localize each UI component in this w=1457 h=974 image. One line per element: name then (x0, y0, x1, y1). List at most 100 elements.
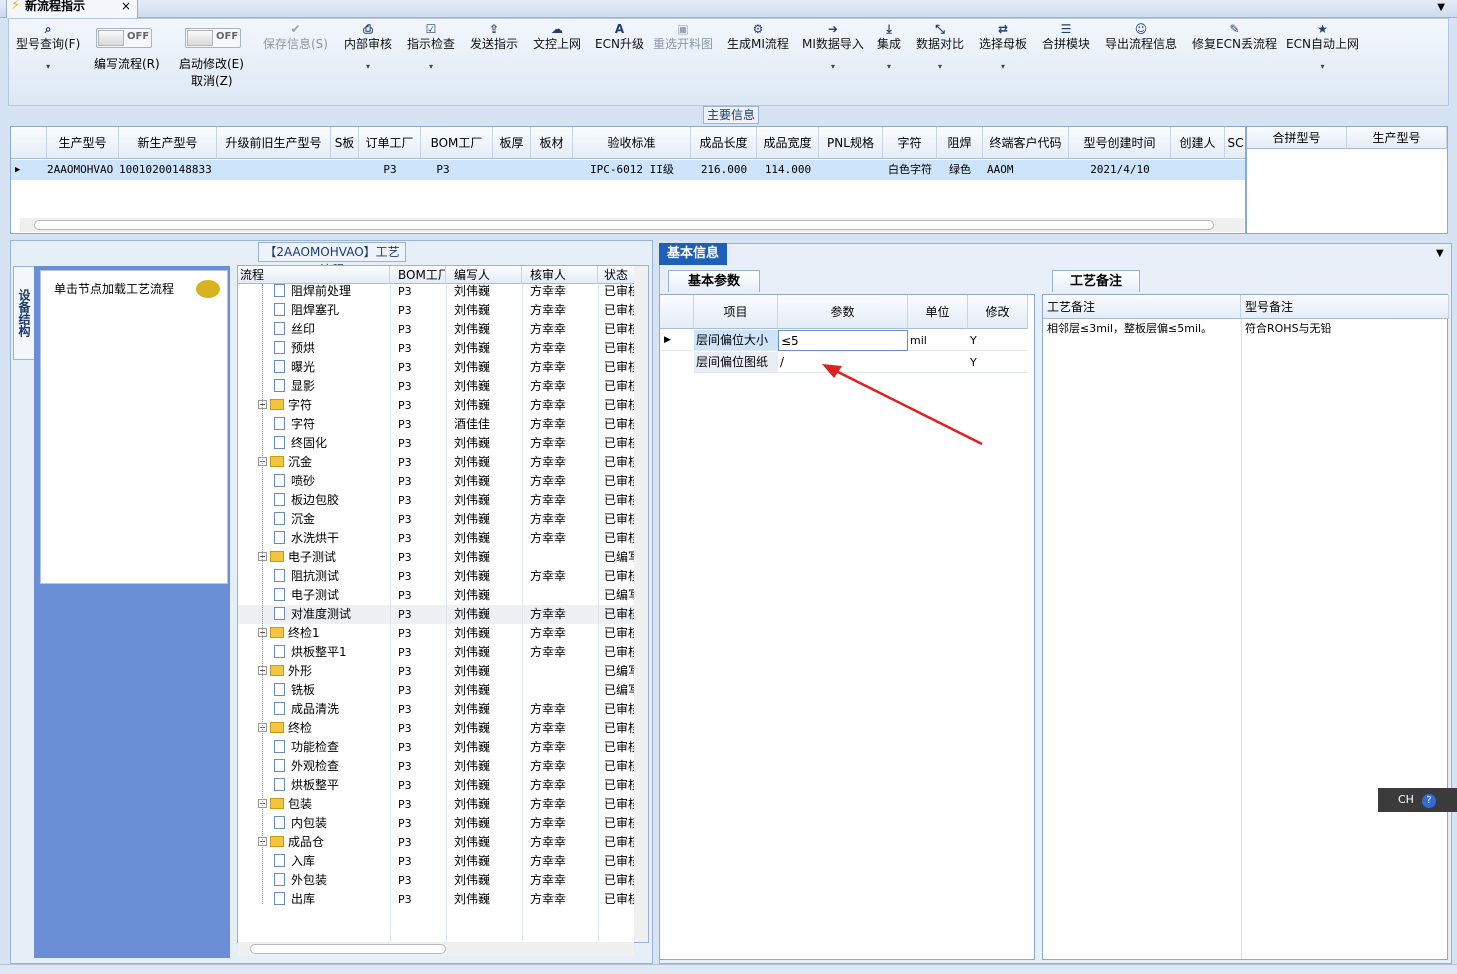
tab-new-process[interactable]: ⚡ 新流程指示 × (6, 0, 138, 18)
doc-control-online-button[interactable]: ☁ 文控上网 (533, 22, 581, 52)
ecn-auto-online-button[interactable]: ★ ECN自动上网 ▾ (1286, 22, 1359, 71)
repair-ecn-process-button[interactable]: ✎ 修复ECN丢流程 (1192, 22, 1277, 52)
column-header[interactable]: 生产型号 (1347, 127, 1447, 149)
cell[interactable]: P3 (421, 160, 465, 180)
column-header[interactable]: PNL规格 (819, 127, 883, 159)
tree-row[interactable]: 喷砂 P3 刘伟巍 方幸幸 已审核 (238, 472, 636, 491)
tree-row[interactable]: 沉金 P3 刘伟巍 方幸幸 已审核 (238, 510, 636, 529)
node-box[interactable] (40, 270, 228, 584)
column-header[interactable]: 工艺备注 (1043, 295, 1241, 319)
tree-row[interactable]: −包装P3刘伟巍方幸幸已审核 (238, 795, 636, 814)
help-icon[interactable]: ? (1421, 794, 1436, 808)
column-header[interactable]: 板材 (531, 127, 573, 159)
scroll-thumb[interactable] (34, 220, 1214, 230)
tree-row[interactable]: 阻焊前处理 P3 刘伟巍 方幸幸 已审核 (238, 282, 636, 301)
column-header[interactable]: 终端客户代码 (983, 127, 1069, 159)
cell[interactable] (1225, 160, 1245, 180)
mi-data-import-button[interactable]: ➔ MI数据导入 ▾ (802, 22, 864, 71)
tree-row[interactable]: 字符 P3 酒佳佳 方幸幸 已审核 (238, 415, 636, 434)
cell[interactable]: P3 (359, 160, 421, 180)
ime-language[interactable]: CH (1398, 793, 1414, 806)
tab-basic-params[interactable]: 基本参数 (668, 270, 760, 292)
cell[interactable]: 2021/4/10 (1069, 160, 1171, 180)
tree-row[interactable]: 功能检查 P3 刘伟巍 方幸幸 已审核 (238, 738, 636, 757)
column-header[interactable]: 修改 (968, 295, 1028, 329)
model-search-button[interactable]: ⌕ 型号查询(F) ▾ (16, 22, 80, 71)
check-instruction-button[interactable]: ☑ 指示检查 ▾ (407, 22, 455, 71)
cell[interactable]: AAOM (983, 160, 1069, 180)
scroll-thumb[interactable] (250, 944, 446, 954)
column-header[interactable]: 字符 (883, 127, 937, 159)
cell[interactable]: 114.000 (757, 160, 819, 180)
tree-row[interactable]: −电子测试P3刘伟巍已编写 (238, 548, 636, 567)
tree-row[interactable]: 预烘 P3 刘伟巍 方幸幸 已审核 (238, 339, 636, 358)
tree-vertical-scrollbar[interactable] (634, 266, 648, 942)
tree-row[interactable]: −终检1P3刘伟巍方幸幸已审核 (238, 624, 636, 643)
reselect-cut-drawing-button[interactable]: ▣ 重选开料图 (653, 22, 713, 52)
model-note-text[interactable]: 符合ROHS与无铅 (1245, 322, 1435, 336)
export-process-info-button[interactable]: ☺ 导出流程信息 (1105, 22, 1177, 52)
integrate-button[interactable]: ⤓ 集成 ▾ (877, 22, 901, 71)
column-header[interactable]: 创建人 (1171, 127, 1225, 159)
close-icon[interactable]: × (121, 0, 131, 13)
tab-menu-chevron-icon[interactable]: ▼ (1437, 2, 1445, 13)
tree-row[interactable]: 内包装 P3 刘伟巍 方幸幸 已审核 (238, 814, 636, 833)
column-header[interactable]: 成品长度 (691, 127, 757, 159)
cell[interactable]: 白色字符 (883, 160, 937, 180)
tree-row[interactable]: 外观检查 P3 刘伟巍 方幸幸 已审核 (238, 757, 636, 776)
column-header[interactable]: 成品宽度 (757, 127, 819, 159)
param-input[interactable]: ≤5 (778, 330, 908, 351)
tree-row[interactable]: 电子测试 P3 刘伟巍 已编写 (238, 586, 636, 605)
tree-row[interactable]: 终固化 P3 刘伟巍 方幸幸 已审核 (238, 434, 636, 453)
column-header[interactable]: SC (1225, 127, 1245, 159)
tree-row[interactable]: 入库 P3 刘伟巍 方幸幸 已审核 (238, 852, 636, 871)
tab-process-notes[interactable]: 工艺备注 (1052, 270, 1140, 292)
cell[interactable]: 216.000 (691, 160, 757, 180)
ecn-upgrade-button[interactable]: A ECN升级 (595, 22, 644, 52)
column-header[interactable]: 板厚 (493, 127, 531, 159)
cell[interactable] (819, 160, 883, 180)
column-header[interactable]: 合拼型号 (1247, 127, 1347, 149)
save-info-button[interactable]: ✔ 保存信息(S) (263, 22, 328, 52)
merge-module-button[interactable]: ☰ 合拼模块 (1042, 22, 1090, 52)
column-header[interactable]: BOM工厂 (421, 127, 493, 159)
tree-row[interactable]: 烘板整平 P3 刘伟巍 方幸幸 已审核 (238, 776, 636, 795)
column-header[interactable]: 项目 (694, 295, 778, 329)
cell[interactable]: 10010200148833 (119, 160, 217, 180)
chevron-down-icon[interactable]: ▼ (1436, 248, 1444, 259)
tree-row[interactable]: 阻焊塞孔 P3 刘伟巍 方幸幸 已审核 (238, 301, 636, 320)
cell[interactable]: mil (908, 330, 968, 351)
tree-row[interactable]: 水洗烘干 P3 刘伟巍 方幸幸 已审核 (238, 529, 636, 548)
column-header[interactable]: 型号创建时间 (1069, 127, 1171, 159)
cell[interactable]: 绿色 (937, 160, 983, 180)
cell[interactable] (493, 160, 531, 180)
data-compare-button[interactable]: ⤡ 数据对比 ▾ (916, 22, 964, 71)
column-header[interactable]: S板 (331, 127, 359, 159)
column-header[interactable]: 订单工厂 (359, 127, 421, 159)
tree-row[interactable]: 成品清洗 P3 刘伟巍 方幸幸 已审核 (238, 700, 636, 719)
main-grid-scrollbar[interactable] (20, 218, 1244, 232)
process-note-text[interactable]: 相邻层≤3mil，整板层偏≤5mil。 (1047, 322, 1227, 336)
tree-row[interactable]: −成品仓P3刘伟巍方幸幸已审核 (238, 833, 636, 852)
cell[interactable]: 2AAOMOHVAO (47, 160, 119, 180)
cancel-label[interactable]: 取消(Z) (191, 72, 233, 89)
select-motherboard-button[interactable]: ⇄ 选择母板 ▾ (979, 22, 1027, 71)
tab-equipment-structure[interactable]: 设备结构 (13, 266, 35, 360)
column-header[interactable]: 升级前旧生产型号 (217, 127, 331, 159)
tree-row[interactable]: 阻抗测试 P3 刘伟巍 方幸幸 已审核 (238, 567, 636, 586)
generate-mi-process-button[interactable]: ⚙ 生成MI流程 (727, 22, 789, 52)
cell[interactable] (217, 160, 331, 180)
cell[interactable] (531, 160, 573, 180)
tree-row[interactable]: −字符P3刘伟巍方幸幸已审核 (238, 396, 636, 415)
internal-review-button[interactable]: ⎙ 内部审核 ▾ (344, 22, 392, 71)
tree-row[interactable]: −沉金P3刘伟巍方幸幸已审核 (238, 453, 636, 472)
ime-toolbar[interactable]: CH? (1378, 788, 1457, 812)
column-header[interactable]: 单位 (908, 295, 968, 329)
column-header[interactable]: 生产型号 (47, 127, 119, 159)
tree-row[interactable]: 曝光 P3 刘伟巍 方幸幸 已审核 (238, 358, 636, 377)
column-header[interactable]: 验收标准 (573, 127, 691, 159)
cell[interactable]: 层间偏位大小 (694, 330, 778, 351)
tree-row[interactable]: 烘板整平1 P3 刘伟巍 方幸幸 已审核 (238, 643, 636, 662)
write-process-switch[interactable]: OFF (96, 28, 152, 48)
cell[interactable]: IPC-6012 II级 (573, 160, 691, 180)
